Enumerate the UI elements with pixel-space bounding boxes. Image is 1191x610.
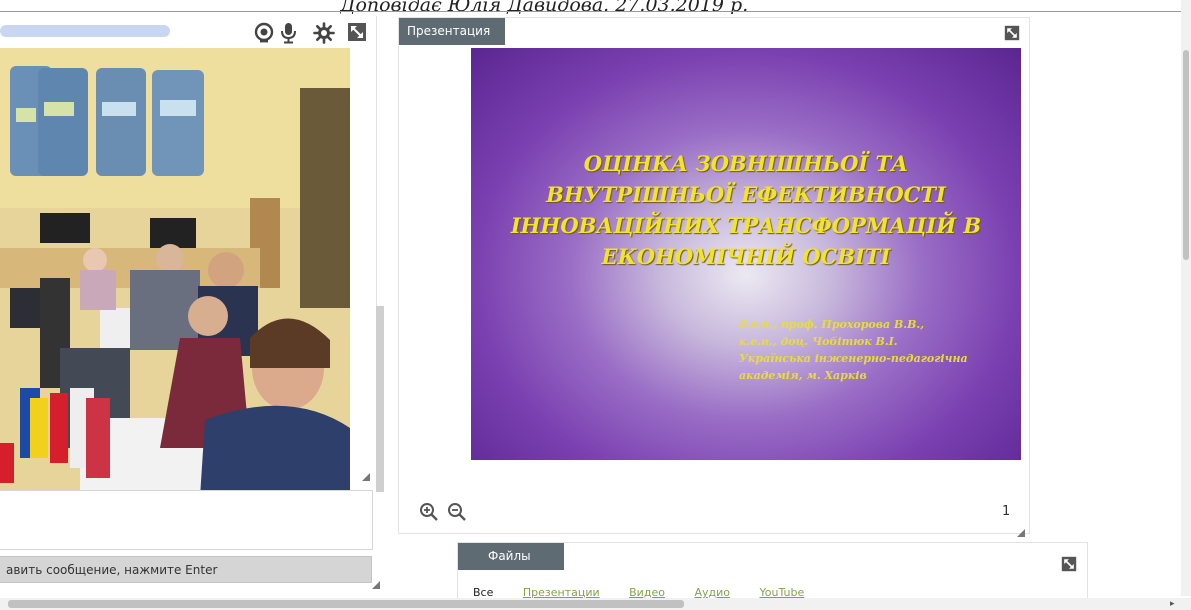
presentation-panel: Презентация ОЦІНКА ЗОВНІШНЬОЇ ТА ВНУТРІШ…: [398, 17, 1030, 537]
microphone-icon[interactable]: [278, 22, 300, 44]
files-tab[interactable]: Файлы: [458, 543, 564, 570]
slide-title-line: ОЦІНКА ЗОВНІШНЬОЇ ТА: [583, 151, 909, 176]
chat-resize-grip[interactable]: [372, 574, 380, 589]
presentation-expand-icon[interactable]: [1004, 25, 1020, 41]
presentation-tab[interactable]: Презентация: [399, 18, 505, 45]
webcam-scrollbar[interactable]: [376, 306, 384, 492]
slide-title: ОЦІНКА ЗОВНІШНЬОЇ ТА ВНУТРІШНЬОЇ ЕФЕКТИВ…: [481, 148, 1011, 272]
presentation-slide: ОЦІНКА ЗОВНІШНЬОЇ ТА ВНУТРІШНЬОЇ ЕФЕКТИВ…: [471, 48, 1021, 460]
webcam-toolbar: [0, 16, 376, 46]
slide-author-line: к.е.н., доц. Чобітюк В.І.: [739, 335, 898, 348]
slide-page-number: 1: [1002, 504, 1011, 519]
chat-messages-area: [0, 490, 373, 550]
video-banner-strip: [0, 22, 170, 37]
files-expand-icon[interactable]: [1061, 556, 1077, 572]
slide-author-line: д.е.н., проф. Прохорова В.В.,: [739, 318, 925, 331]
slide-author-line: академія, м. Харків: [739, 369, 867, 382]
scroll-right-arrow-icon[interactable]: ▸: [1170, 599, 1175, 609]
top-divider: [0, 11, 1191, 12]
chat-message-input[interactable]: авить сообщение, нажмите Enter: [0, 556, 372, 583]
slide-title-line: ІННОВАЦІЙНИХ ТРАНСФОРМАЦІЙ В: [510, 213, 982, 238]
presentation-resize-grip[interactable]: [1017, 522, 1025, 537]
horizontal-scroll-thumb[interactable]: [8, 600, 684, 608]
webcam-icon[interactable]: [254, 22, 276, 44]
slide-title-line: ВНУТРІШНЬОЇ ЕФЕКТИВНОСТІ: [546, 182, 946, 207]
page-horizontal-scrollbar[interactable]: ▸: [0, 598, 1191, 610]
vertical-scroll-thumb[interactable]: [1183, 50, 1189, 260]
webcam-video-feed: [0, 48, 350, 497]
webcam-resize-grip[interactable]: [362, 466, 370, 481]
settings-gear-icon[interactable]: [313, 22, 335, 44]
slide-authors: д.е.н., проф. Прохорова В.В., к.е.н., до…: [739, 316, 1009, 384]
webcam-panel: [0, 16, 377, 497]
expand-icon[interactable]: [347, 22, 369, 44]
slide-author-line: Українська інженерно-педагогічна: [739, 352, 968, 365]
page-vertical-scrollbar[interactable]: [1181, 0, 1191, 596]
zoom-in-icon[interactable]: [419, 502, 439, 522]
slide-title-line: ЕКОНОМІЧНІЙ ОСВІТІ: [601, 244, 891, 269]
zoom-out-icon[interactable]: [447, 502, 467, 522]
